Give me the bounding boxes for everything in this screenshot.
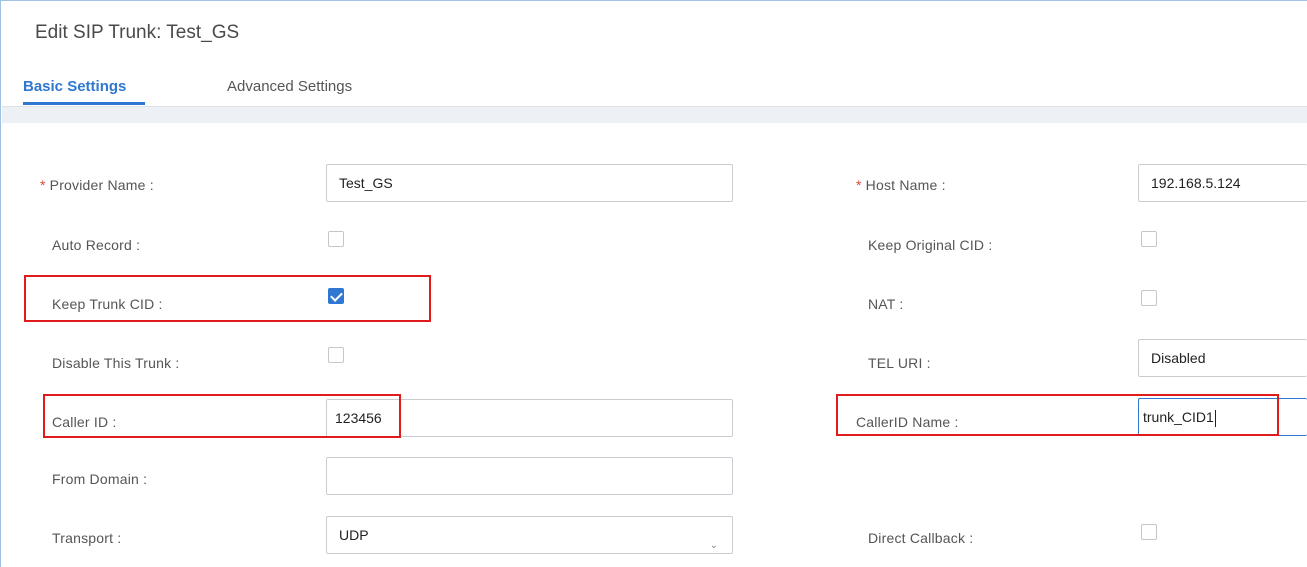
- required-marker: *: [856, 177, 862, 193]
- callerid-name-value: trunk_CID1: [1143, 409, 1214, 425]
- direct-callback-checkbox[interactable]: [1141, 524, 1157, 540]
- transport-select-value: UDP: [339, 527, 369, 543]
- auto-record-checkbox[interactable]: [328, 231, 344, 247]
- caller-id-label: Caller ID :: [52, 414, 117, 430]
- from-domain-input[interactable]: [326, 457, 733, 495]
- required-marker: *: [40, 177, 46, 193]
- tab-basic-settings[interactable]: Basic Settings: [23, 78, 126, 95]
- transport-select[interactable]: UDP ⌄: [326, 516, 733, 554]
- text-caret: [1214, 409, 1216, 427]
- from-domain-label: From Domain :: [52, 471, 148, 487]
- host-name-input[interactable]: 192.168.5.124: [1138, 164, 1307, 202]
- keep-original-cid-checkbox[interactable]: [1141, 231, 1157, 247]
- tel-uri-select[interactable]: Disabled: [1138, 339, 1307, 377]
- disable-trunk-checkbox[interactable]: [328, 347, 344, 363]
- tab-advanced-settings[interactable]: Advanced Settings: [227, 78, 352, 95]
- provider-name-input[interactable]: Test_GS: [326, 164, 733, 202]
- keep-trunk-cid-label: Keep Trunk CID :: [52, 296, 163, 312]
- callerid-name-label: CallerID Name :: [856, 414, 959, 430]
- keep-original-cid-label: Keep Original CID :: [868, 237, 993, 253]
- nat-checkbox[interactable]: [1141, 290, 1157, 306]
- tel-uri-label: TEL URI :: [868, 355, 931, 371]
- caller-id-input[interactable]: 123456: [326, 399, 733, 437]
- chevron-down-icon: ⌄: [709, 540, 718, 551]
- page-title: Edit SIP Trunk: Test_GS: [35, 22, 240, 43]
- callerid-name-input[interactable]: trunk_CID1: [1138, 398, 1307, 436]
- provider-name-label: * Provider Name :: [40, 177, 154, 193]
- active-tab-indicator: [23, 102, 145, 105]
- host-name-label: * Host Name :: [856, 177, 946, 193]
- transport-label: Transport :: [52, 530, 122, 546]
- keep-trunk-cid-checkbox[interactable]: [328, 288, 344, 304]
- section-divider: [2, 106, 1307, 123]
- disable-trunk-label: Disable This Trunk :: [52, 355, 180, 371]
- direct-callback-label: Direct Callback :: [868, 530, 974, 546]
- auto-record-label: Auto Record :: [52, 237, 141, 253]
- nat-label: NAT :: [868, 296, 904, 312]
